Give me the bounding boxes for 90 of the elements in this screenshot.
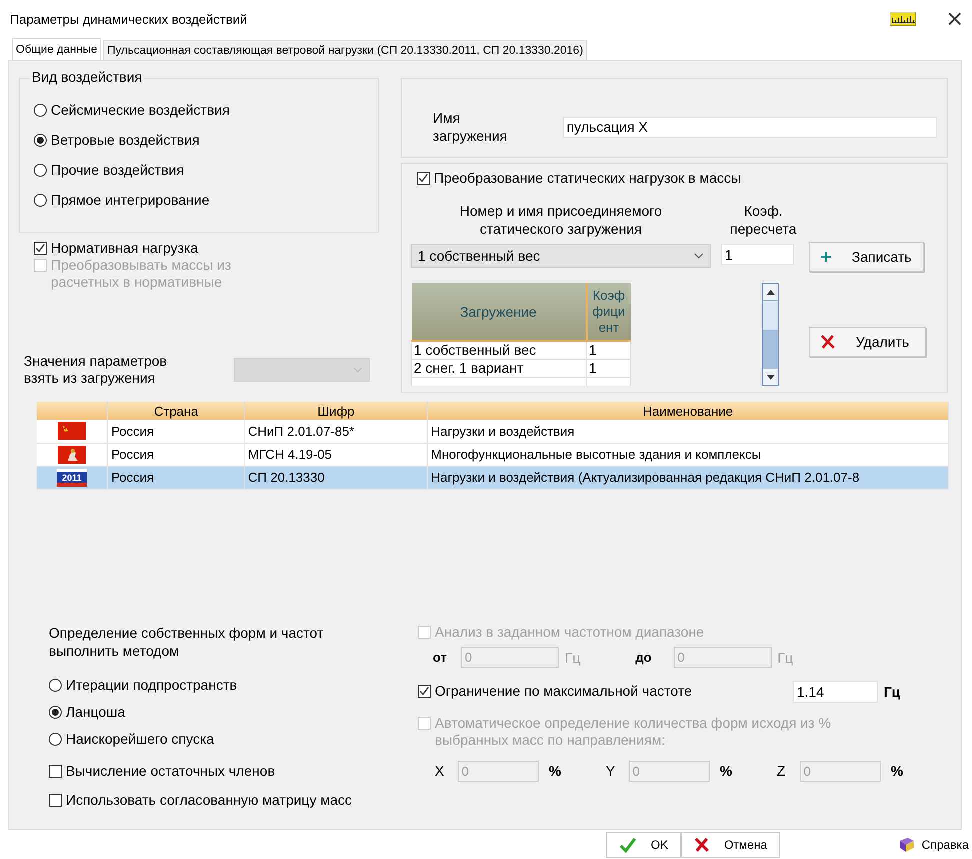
table-row[interactable]: Россия СНиП 2.01.07-85* Нагрузки и воздействия — [37, 420, 948, 443]
table-row[interactable]: Россия МГСН 4.19-05 Многофункциональные высотные здания и комплексы — [37, 443, 948, 466]
checkbox-label: Вычисление остаточных членов — [66, 762, 276, 780]
ruler-icon[interactable] — [890, 12, 916, 26]
input-field[interactable]: 1 — [721, 244, 794, 265]
close-button[interactable]: × — [938, 2, 972, 36]
column-header: Коэффициент — [586, 283, 630, 341]
table-cell: 1 — [586, 359, 630, 377]
field-label: до — [636, 650, 653, 665]
input-field[interactable]: 1.14 — [793, 680, 878, 702]
table-cell: Россия — [108, 443, 245, 466]
table-row[interactable]: 2011 Россия СП 20.13330 Нагрузки и воздействия (Актуализированная редакция СНиП 2.01.07-8 — [37, 466, 948, 489]
radio-button[interactable] — [49, 732, 62, 746]
add-button[interactable]: Записать — [809, 242, 924, 272]
column-header: Наименование — [428, 402, 948, 420]
chevron-icon — [353, 367, 363, 373]
radio-button[interactable] — [49, 678, 62, 692]
unit-label: Гц — [778, 650, 794, 666]
field-label: Y — [606, 763, 616, 779]
delete-button[interactable]: Удалить — [809, 327, 926, 357]
radio-button[interactable] — [34, 134, 47, 146]
table-cell: Нагрузки и воздействия (Актуализированная редакция СНиП 2.01.07-8 — [428, 466, 948, 489]
flag-caption: 2011 — [62, 472, 82, 482]
column-label: Коэф. пересчета — [729, 202, 798, 238]
field-label: Имя загружения — [433, 109, 508, 145]
checkbox[interactable] — [49, 794, 62, 806]
unit-label: % — [549, 763, 562, 779]
cross-icon — [820, 334, 836, 350]
table-cell: Россия — [108, 420, 245, 443]
checkbox[interactable] — [34, 242, 47, 255]
tab[interactable]: Пульсационная составляющая ветровой нагрузки (СП 20.13330.2011, СП 20.13330.2016) — [103, 40, 588, 60]
field-label: от — [433, 650, 448, 665]
column-header: Загружение — [412, 283, 586, 341]
dropdown[interactable]: 1 собственный вес — [411, 244, 711, 268]
unit-label: % — [720, 763, 734, 779]
column-header: Шифр — [244, 402, 428, 420]
field-label: Значения параметров взять из загружения — [24, 353, 168, 387]
checkbox-label: Ограничение по максимальной частоте — [435, 683, 692, 700]
table-cell: СНиП 2.01.07-85* — [244, 420, 428, 443]
cross-icon — [694, 836, 710, 852]
section-title: Определение собственных форм и частот выполнить методом — [49, 624, 325, 660]
checkmark-icon — [619, 836, 637, 852]
radio-label: Ветровые воздействия — [51, 132, 200, 148]
ok-button[interactable]: OK — [606, 832, 682, 858]
unit-label: % — [891, 763, 904, 779]
table-cell: МГСН 4.19-05 — [244, 443, 428, 466]
unit-label: Гц — [884, 684, 901, 700]
window-title: Параметры динамических воздействий — [10, 12, 248, 26]
table-cell: 1 — [586, 341, 630, 359]
table-cell: Многофункциональные высотные здания и комплексы — [428, 443, 948, 466]
field-label: Z — [777, 763, 787, 779]
radio-button[interactable] — [34, 104, 47, 116]
radio-button[interactable] — [49, 706, 62, 718]
checkbox-label: Автоматическое определение количества форм исходя из % выбранных масс по направлениям: — [435, 714, 832, 748]
radio-button[interactable] — [34, 194, 47, 206]
table-cell: Нагрузки и воздействия — [428, 420, 948, 443]
checkbox-label: Использовать согласованную матрицу масс — [66, 792, 352, 808]
group-title: Вид воздействия — [30, 69, 144, 85]
table-cell: 1 собственный вес — [412, 341, 586, 359]
radio-label: Прямое интегрирование — [51, 192, 210, 208]
tab[interactable]: Общие данные — [12, 38, 102, 60]
checkbox[interactable] — [418, 685, 431, 698]
cancel-button[interactable]: Отмена — [681, 832, 780, 858]
radio-button[interactable] — [34, 164, 47, 176]
plus-icon — [820, 251, 832, 263]
scrollbar[interactable] — [762, 283, 779, 386]
field-label: X — [435, 763, 446, 779]
checkbox[interactable] — [417, 172, 430, 185]
checkbox-label: Преобразовывать массы из расчетных в нормативные — [51, 257, 232, 291]
checkbox-label: Нормативная нагрузка — [51, 240, 198, 257]
down-arrow-icon[interactable] — [766, 374, 774, 380]
chevron-icon — [694, 253, 704, 259]
checkbox[interactable] — [49, 764, 62, 778]
up-arrow-icon[interactable] — [766, 290, 774, 294]
radio-label: Наискорейшего спуска — [66, 731, 214, 747]
column-label: Номер и имя присоединяемого статического загружения — [458, 202, 664, 238]
table-cell: 2 снег. 1 вариант — [412, 359, 586, 377]
column-header: Страна — [108, 402, 245, 420]
flag-icon — [58, 422, 86, 440]
checkbox-label: Преобразование статических нагрузок в массы — [434, 170, 742, 187]
unit-label: Гц — [565, 650, 581, 666]
radio-label: Ланцоша — [66, 704, 126, 720]
radio-label: Сейсмические воздействия — [51, 102, 230, 118]
table-cell: Россия — [108, 466, 245, 489]
input-field[interactable]: пульсация X — [562, 116, 937, 138]
checkbox-label: Анализ в заданном частотном диапазоне — [435, 624, 704, 640]
flag-icon — [58, 446, 86, 464]
radio-label: Итерации подпространств — [66, 677, 238, 693]
radio-label: Прочие воздействия — [51, 162, 184, 178]
table-cell: СП 20.13330 — [244, 466, 428, 489]
